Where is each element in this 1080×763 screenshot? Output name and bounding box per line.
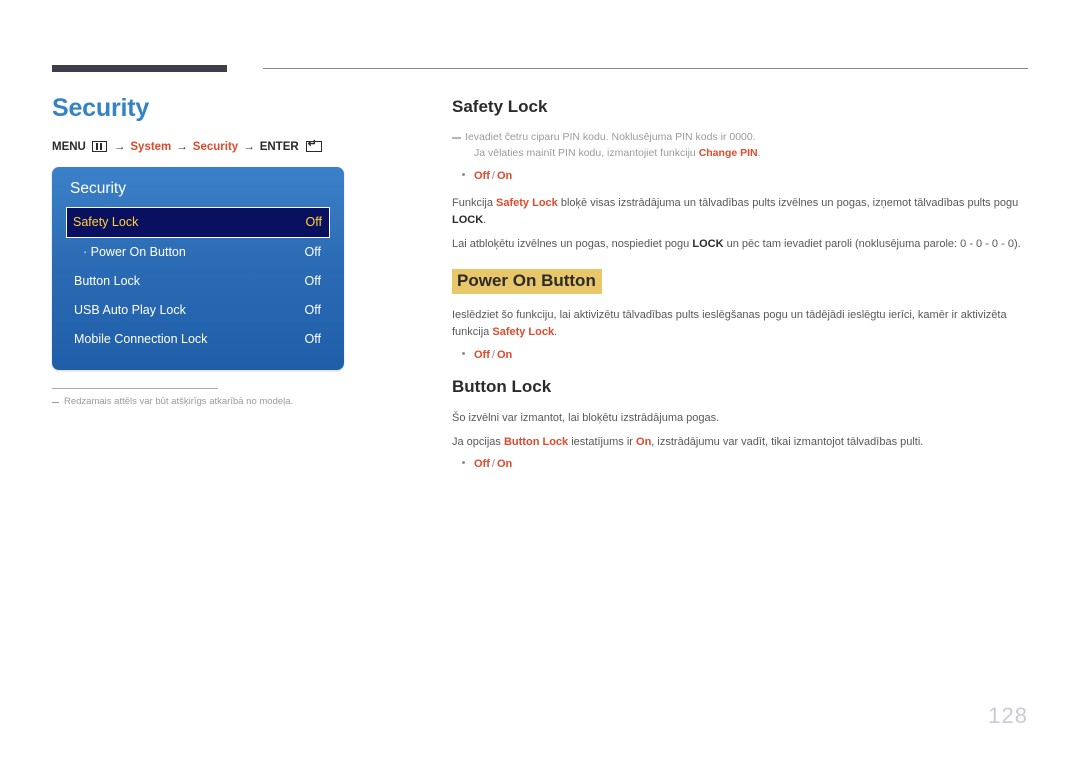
para-accent-on: On <box>636 435 652 448</box>
bullet-dot-icon <box>462 461 465 464</box>
osd-menu-panel: Security Safety Lock Off · Power On Butt… <box>52 166 344 370</box>
footnote-dash-icon <box>52 401 59 403</box>
note-dash-icon <box>452 137 461 139</box>
page-title: Security <box>52 94 150 122</box>
osd-row-value: Off <box>305 215 322 229</box>
note-line-2-pre: Ja vēlaties mainīt PIN kodu, izmantojiet… <box>474 147 699 160</box>
section-power-on-button: Power On Button Ieslēdziet šo funkciju, … <box>452 269 1030 361</box>
para-text: . <box>554 326 558 339</box>
footnote: Redzamais attēls var būt atšķirīgs atkar… <box>52 396 412 408</box>
osd-row-value: Off <box>304 303 321 317</box>
option-on[interactable]: On <box>497 458 512 470</box>
osd-row-label: USB Auto Play Lock <box>74 303 186 317</box>
para-text: Funkcija <box>452 196 497 209</box>
options-power-on-button: Off / On <box>462 349 1030 361</box>
osd-row-power-on-button[interactable]: · Power On Button Off <box>66 238 330 267</box>
breadcrumb-arrow-1: → <box>113 140 126 153</box>
osd-row-value: Off <box>304 245 321 259</box>
footnote-divider <box>52 387 218 389</box>
breadcrumb-menu-label: MENU <box>52 140 86 153</box>
para-strong-lock: LOCK <box>452 213 484 226</box>
enter-return-icon <box>305 138 322 152</box>
osd-row-label: Mobile Connection Lock <box>74 332 208 346</box>
menu-grid-icon <box>91 141 107 152</box>
header-rule-dark <box>52 65 227 72</box>
breadcrumb-arrow-2: → <box>176 140 188 153</box>
para-accent-safety-lock: Safety Lock <box>492 326 555 339</box>
paragraph-button-lock-1: Šo izvēlni var izmantot, lai bloķētu izs… <box>452 411 720 424</box>
bullet-dot-icon <box>462 351 465 355</box>
option-separator: / <box>491 458 495 470</box>
osd-row-usb-auto-play-lock[interactable]: USB Auto Play Lock Off <box>66 296 330 325</box>
osd-panel-title: Security <box>70 179 126 197</box>
options-safety-lock: Off / On <box>462 170 1030 182</box>
breadcrumb: MENU → System → Security → ENTER <box>52 138 412 153</box>
option-on[interactable]: On <box>497 349 512 361</box>
osd-row-mobile-connection-lock[interactable]: Mobile Connection Lock Off <box>66 325 330 354</box>
breadcrumb-enter-label: ENTER <box>259 140 299 153</box>
osd-row-safety-lock[interactable]: Safety Lock Off <box>66 206 330 238</box>
paragraph-button-lock-2: Ja opcijas Button Lock iestatījums ir On… <box>452 434 1030 451</box>
para-text: Ja opcijas <box>452 435 504 448</box>
breadcrumb-item-system[interactable]: System <box>130 141 171 153</box>
left-column: Security MENU → System → Security → ENTE… <box>52 94 412 408</box>
osd-row-label: · Power On Button <box>83 245 186 259</box>
option-separator: / <box>491 169 495 182</box>
note-line-1: Ievadiet četru ciparu PIN kodu. Noklusēj… <box>465 131 756 144</box>
paragraph-safety-lock-1: Funkcija Safety Lock bloķē visas izstrād… <box>452 195 1030 229</box>
note-line-2-post: . <box>757 147 761 160</box>
section-button-lock: Button Lock Šo izvēlni var izmantot, lai… <box>452 377 1030 470</box>
paragraph-safety-lock-2: Lai atbloķētu izvēlnes un pogas, nospied… <box>452 236 1030 253</box>
breadcrumb-arrow-3: → <box>243 140 255 153</box>
para-text: . <box>483 213 487 226</box>
option-off[interactable]: Off <box>474 349 490 361</box>
para-strong-lock: LOCK <box>692 237 724 250</box>
page-number: 128 <box>988 703 1028 728</box>
option-off[interactable]: Off <box>474 170 490 182</box>
header-rule-thin <box>263 68 1028 69</box>
options-button-lock: Off / On <box>462 458 1030 470</box>
breadcrumb-item-security[interactable]: Security <box>193 141 238 153</box>
osd-row-label: Button Lock <box>74 274 141 288</box>
section-title-button-lock: Button Lock <box>452 376 552 396</box>
para-accent-safety-lock: Safety Lock <box>496 196 558 209</box>
section-safety-lock: Safety Lock Ievadiet četru ciparu PIN ko… <box>452 97 1030 253</box>
osd-row-value: Off <box>304 274 321 288</box>
para-text: Lai atbloķētu izvēlnes un pogas, nospied… <box>452 237 693 250</box>
footnote-text: Redzamais attēls var būt atšķirīgs atkar… <box>64 395 294 407</box>
para-text: iestatījums ir <box>568 435 637 448</box>
bullet-dot-icon <box>462 172 465 176</box>
osd-row-value: Off <box>304 332 321 346</box>
para-text: bloķē visas izstrādājuma un tālvadības p… <box>557 196 1019 209</box>
option-separator: / <box>491 348 495 361</box>
para-accent-button-lock: Button Lock <box>503 435 569 448</box>
note-link-change-pin[interactable]: Change PIN <box>699 147 758 159</box>
paragraph-power-on-button: Ieslēdziet šo funkciju, lai aktivizētu t… <box>452 307 1030 341</box>
right-column: Safety Lock Ievadiet četru ciparu PIN ko… <box>452 97 1030 486</box>
option-on[interactable]: On <box>497 170 512 182</box>
section-title-safety-lock: Safety Lock <box>452 97 548 116</box>
option-off[interactable]: Off <box>474 458 490 470</box>
osd-row-label: Safety Lock <box>73 215 139 229</box>
osd-row-button-lock[interactable]: Button Lock Off <box>66 267 330 296</box>
para-text: , izstrādājumu var vadīt, tikai izmantoj… <box>651 435 924 448</box>
para-text: un pēc tam ievadiet paroli (noklusējuma … <box>723 237 1021 250</box>
note-safety-lock-pin: Ievadiet četru ciparu PIN kodu. Noklusēj… <box>452 130 1030 162</box>
section-title-power-on-button: Power On Button <box>452 269 602 295</box>
